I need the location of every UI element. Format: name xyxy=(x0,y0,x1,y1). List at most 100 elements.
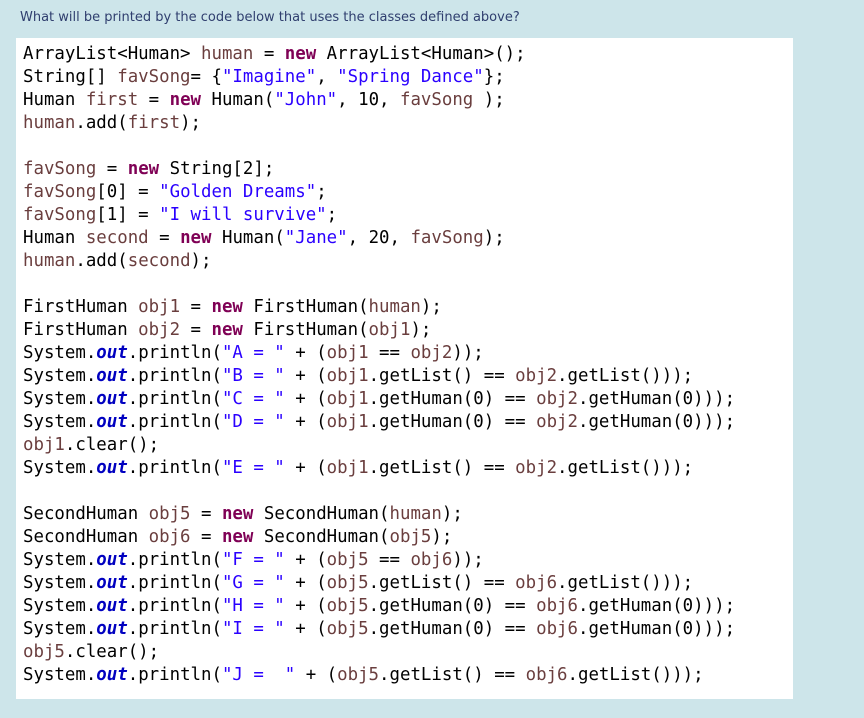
code-text: .println( xyxy=(127,366,222,386)
code-variable: obj5 xyxy=(326,573,369,593)
code-text: .getHuman(0) == xyxy=(368,596,537,616)
code-string: "C = " xyxy=(221,389,285,409)
code-variable: human xyxy=(389,504,442,524)
code-text: ); xyxy=(431,527,453,547)
code-text: String[2]; xyxy=(159,159,275,179)
code-text: ArrayList<Human> xyxy=(23,44,201,64)
code-text: .println( xyxy=(127,389,222,409)
code-string: "John" xyxy=(274,90,338,110)
code-text: .getList() == xyxy=(368,366,516,386)
code-variable: obj6 xyxy=(515,573,558,593)
code-text: System. xyxy=(23,596,97,616)
code-text: .getList() == xyxy=(379,665,526,685)
code-line: obj5.clear(); xyxy=(23,641,735,664)
code-line: System.out.println("A = " + (obj1 == obj… xyxy=(23,342,735,365)
code-text: Human xyxy=(23,228,86,248)
code-line: System.out.println("J = " + (obj5.getLis… xyxy=(23,664,735,687)
code-text: )); xyxy=(452,550,484,570)
code-text: , 10, xyxy=(337,90,400,110)
code-keyword: new xyxy=(180,228,212,248)
code-line: favSong[1] = "I will survive"; xyxy=(23,204,735,227)
code-static-field: out xyxy=(96,573,128,593)
code-text: .getList())); xyxy=(557,366,694,386)
code-line: human.add(first); xyxy=(23,112,735,135)
code-line: System.out.println("F = " + (obj5 == obj… xyxy=(23,549,735,572)
code-text: FirstHuman( xyxy=(242,297,369,317)
code-text: .getList())); xyxy=(557,573,694,593)
code-text: }; xyxy=(483,67,505,87)
code-variable: favSong xyxy=(399,90,474,110)
code-text: System. xyxy=(23,389,97,409)
code-variable: obj6 xyxy=(525,665,568,685)
code-text: .getHuman(0) == xyxy=(368,389,537,409)
code-text: = xyxy=(96,159,128,179)
code-text: + ( xyxy=(284,412,327,432)
code-text: ; xyxy=(326,205,338,225)
code-variable: favSong xyxy=(23,205,97,225)
code-variable: human xyxy=(201,44,254,64)
code-line: SecondHuman obj6 = new SecondHuman(obj5)… xyxy=(23,526,735,549)
code-text: = xyxy=(148,228,181,248)
code-string: "I = " xyxy=(221,619,285,639)
code-variable: obj2 xyxy=(536,412,578,432)
code-text: ); xyxy=(190,251,212,271)
code-text: .add( xyxy=(75,113,128,133)
code-text: .getHuman(0))); xyxy=(577,412,736,432)
code-text: + ( xyxy=(284,573,327,593)
code-text: .getHuman(0) == xyxy=(368,619,537,639)
code-text: FirstHuman( xyxy=(242,320,369,340)
code-text: System. xyxy=(23,619,97,639)
code-text: ); xyxy=(410,320,432,340)
code-text: + ( xyxy=(284,343,327,363)
code-string: "Imagine" xyxy=(221,67,317,87)
code-text: + ( xyxy=(284,389,327,409)
code-text: ); xyxy=(483,228,505,248)
code-string: "F = " xyxy=(221,550,285,570)
code-line: Human first = new Human("John", 10, favS… xyxy=(23,89,735,112)
code-variable: second xyxy=(85,228,149,248)
code-text: System. xyxy=(23,343,97,363)
code-text: .getList() == xyxy=(368,458,516,478)
code-text: System. xyxy=(23,458,97,478)
code-line: System.out.println("D = " + (obj1.getHum… xyxy=(23,411,735,434)
code-variable: obj1 xyxy=(326,412,369,432)
code-listing: ArrayList<Human> human = new ArrayList<H… xyxy=(23,43,735,687)
code-text: + ( xyxy=(284,458,327,478)
code-keyword: new xyxy=(284,44,317,64)
code-variable: favSong xyxy=(117,67,191,87)
code-line: System.out.println("B = " + (obj1.getLis… xyxy=(23,365,735,388)
code-line: System.out.println("I = " + (obj5.getHum… xyxy=(23,618,735,641)
code-variable: obj5 xyxy=(389,527,432,547)
code-variable: obj2 xyxy=(515,366,558,386)
code-text: .getList() == xyxy=(368,573,516,593)
code-variable: obj2 xyxy=(515,458,558,478)
code-string: "Golden Dreams" xyxy=(159,182,317,202)
code-line: obj1.clear(); xyxy=(23,434,735,457)
code-line: FirstHuman obj2 = new FirstHuman(obj1); xyxy=(23,319,735,342)
code-text: .println( xyxy=(127,412,222,432)
code-text: SecondHuman( xyxy=(253,504,390,524)
code-text: ); xyxy=(473,90,505,110)
code-line: ArrayList<Human> human = new ArrayList<H… xyxy=(23,43,735,66)
code-string: "E = " xyxy=(221,458,285,478)
code-text: SecondHuman xyxy=(23,504,149,524)
code-line: System.out.println("H = " + (obj5.getHum… xyxy=(23,595,735,618)
code-text: .println( xyxy=(127,596,222,616)
code-variable: obj5 xyxy=(337,665,380,685)
code-text: == xyxy=(368,550,411,570)
code-static-field: out xyxy=(96,343,128,363)
code-text: [1] = xyxy=(96,205,160,225)
code-text: + ( xyxy=(284,550,327,570)
code-string: "G = " xyxy=(221,573,285,593)
code-line: human.add(second); xyxy=(23,250,735,273)
code-block: ArrayList<Human> human = new ArrayList<H… xyxy=(16,38,793,699)
code-text: .getList())); xyxy=(557,458,694,478)
code-text: System. xyxy=(23,366,97,386)
code-text: String[] xyxy=(23,67,118,87)
code-variable: second xyxy=(127,251,191,271)
code-text: , 20, xyxy=(347,228,411,248)
code-text: = xyxy=(138,90,170,110)
code-variable: human xyxy=(23,251,76,271)
code-variable: first xyxy=(85,90,139,110)
code-text: , xyxy=(316,67,338,87)
